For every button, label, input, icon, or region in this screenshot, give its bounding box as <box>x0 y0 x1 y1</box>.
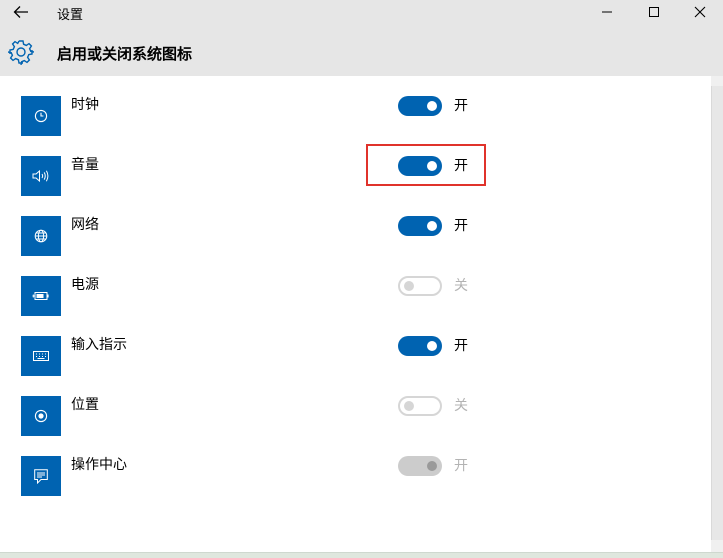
toggle-state-label: 关 <box>454 398 468 414</box>
page-title: 启用或关闭系统图标 <box>57 45 193 63</box>
action-center-icon <box>34 468 48 484</box>
list-item-volume: 音量 开 <box>0 156 711 216</box>
clock-tile <box>21 96 61 136</box>
power-toggle[interactable] <box>398 276 442 296</box>
list-item-clock: 时钟 开 <box>0 96 711 156</box>
list-item-input-indicator: 输入指示 开 <box>0 336 711 396</box>
close-button[interactable] <box>677 0 723 24</box>
toggle-state-label: 关 <box>454 278 468 294</box>
close-icon <box>694 6 706 18</box>
input-indicator-tile <box>21 336 61 376</box>
back-arrow-icon <box>13 6 28 18</box>
action-center-tile <box>21 456 61 496</box>
list-item-location: 位置 关 <box>0 396 711 456</box>
minimize-button[interactable] <box>584 0 630 24</box>
item-label: 时钟 <box>71 97 99 113</box>
maximize-button[interactable] <box>631 0 677 24</box>
action-center-toggle[interactable] <box>398 456 442 476</box>
title-bar: 设置 启用或关闭系统图标 <box>0 0 723 76</box>
item-label: 操作中心 <box>71 457 127 473</box>
clock-toggle[interactable] <box>398 96 442 116</box>
minimize-icon <box>602 11 612 13</box>
highlight-box <box>366 144 486 186</box>
clock-icon <box>34 109 48 123</box>
list-item-network: 网络 开 <box>0 216 711 276</box>
item-label: 电源 <box>71 277 99 293</box>
globe-network-icon <box>34 229 48 243</box>
item-label: 音量 <box>71 157 99 173</box>
network-tile <box>21 216 61 256</box>
scrollbar-thumb[interactable] <box>711 86 723 540</box>
volume-icon <box>32 169 49 183</box>
network-toggle[interactable] <box>398 216 442 236</box>
item-label: 网络 <box>71 217 99 233</box>
location-tile <box>21 396 61 436</box>
window-title: 设置 <box>57 8 84 23</box>
toggle-state-label: 开 <box>454 98 468 114</box>
item-label: 输入指示 <box>71 337 127 353</box>
location-toggle[interactable] <box>398 396 442 416</box>
battery-power-icon <box>32 292 49 300</box>
power-tile <box>21 276 61 316</box>
keyboard-icon <box>33 351 49 361</box>
list-item-power: 电源 关 <box>0 276 711 336</box>
input-indicator-toggle[interactable] <box>398 336 442 356</box>
item-label: 位置 <box>71 397 99 413</box>
toggle-state-label: 开 <box>454 338 468 354</box>
maximize-icon <box>649 7 659 17</box>
list-item-action-center: 操作中心 开 <box>0 456 711 516</box>
toggle-state-label: 开 <box>454 218 468 234</box>
gear-icon <box>8 40 34 65</box>
toggle-state-label: 开 <box>454 458 468 474</box>
back-button[interactable] <box>0 0 42 24</box>
volume-tile <box>21 156 61 196</box>
location-icon <box>34 409 48 423</box>
bottom-edge <box>0 552 723 558</box>
